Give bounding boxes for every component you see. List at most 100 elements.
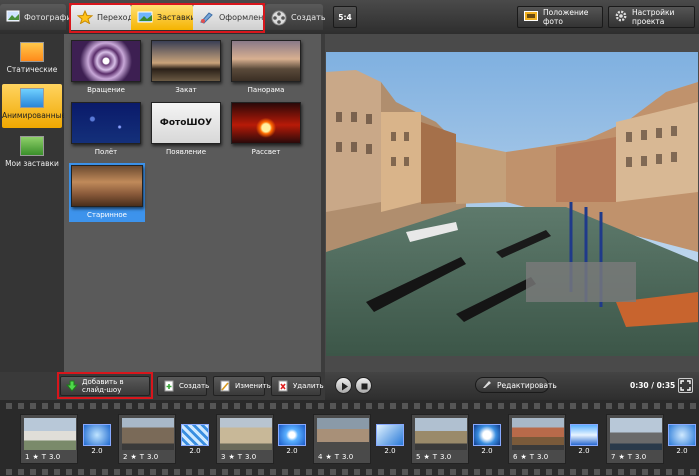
- slide-thumbnail: [122, 418, 174, 450]
- intro-thumbnail: [71, 40, 141, 82]
- slide-thumbnail: [610, 418, 662, 450]
- timeline-transition[interactable]: 2.0: [473, 424, 501, 455]
- transition-duration: 2.0: [481, 447, 493, 455]
- intro-tile-label: Панорама: [247, 86, 285, 94]
- edit-slide-button[interactable]: Редактировать: [475, 377, 557, 393]
- intro-tile[interactable]: Рассвет: [230, 100, 302, 160]
- slide-number: 3: [221, 453, 226, 461]
- transition-thumbnail: [376, 424, 404, 446]
- transition-thumbnail: [668, 424, 696, 446]
- intro-tile[interactable]: Вращение: [70, 38, 142, 98]
- timeline-transition[interactable]: 2.0: [83, 424, 111, 455]
- timeline-slide[interactable]: 4 ★ T 3.0: [313, 414, 371, 464]
- transition-duration: 2.0: [384, 447, 396, 455]
- create-intro-label: Создать: [179, 382, 210, 390]
- fullscreen-icon: [680, 380, 691, 391]
- timeline-transition[interactable]: 2.0: [181, 424, 209, 455]
- intro-tile-label: Старинное: [87, 211, 127, 219]
- slide-thumbnail: [220, 418, 272, 450]
- delete-document-icon: [277, 380, 289, 392]
- star-icon: ★: [130, 453, 137, 461]
- text-icon: T: [237, 453, 243, 461]
- star-icon: ★: [325, 453, 332, 461]
- timeline-slide[interactable]: 3 ★ T 3.0: [216, 414, 274, 464]
- timeline-transition[interactable]: 2.0: [376, 424, 404, 455]
- tab-create-label: Создать: [291, 12, 326, 22]
- project-settings-button[interactable]: Настройки проекта: [608, 6, 695, 28]
- intro-tile-label: Рассвет: [251, 148, 281, 156]
- edit-document-icon: [219, 380, 231, 392]
- category-my-intros-label: Мои заставки: [5, 159, 59, 168]
- project-settings-label: Настройки проекта: [632, 8, 675, 26]
- timeline-slide[interactable]: 2 ★ T 3.0: [118, 414, 176, 464]
- tab-create[interactable]: Создать: [265, 4, 326, 30]
- transition-duration: 2.0: [189, 447, 201, 455]
- slide-duration: 3.0: [245, 453, 257, 461]
- photo-position-icon: [524, 11, 538, 23]
- timeline-transition[interactable]: 2.0: [668, 424, 696, 455]
- transition-thumbnail: [473, 424, 501, 446]
- timeline-slide[interactable]: 6 ★ T 3.0: [508, 414, 566, 464]
- delete-intro-button[interactable]: Удалить: [271, 376, 324, 396]
- transition-duration: 2.0: [676, 447, 688, 455]
- transition-duration: 2.0: [286, 447, 298, 455]
- new-document-icon: [163, 380, 175, 392]
- intro-tile[interactable]: Закат: [150, 38, 222, 98]
- transition-thumbnail: [278, 424, 306, 446]
- star-icon: ★: [618, 453, 625, 461]
- tabs-highlight-frame: [69, 3, 265, 33]
- photo-position-label: Положение фото: [543, 8, 589, 26]
- timeline-slide[interactable]: 1 ★ T 3.0: [20, 414, 78, 464]
- pencil-icon: [482, 379, 492, 391]
- edit-intro-label: Изменить: [235, 382, 271, 390]
- star-icon: ★: [423, 453, 430, 461]
- star-icon: ★: [228, 453, 235, 461]
- category-my-intros[interactable]: Мои заставки: [2, 132, 62, 176]
- slide-number: 5: [416, 453, 421, 461]
- tab-photos[interactable]: Фотографии: [0, 4, 77, 30]
- aspect-ratio-button[interactable]: 5:4: [333, 6, 357, 28]
- text-icon: T: [139, 453, 145, 461]
- slide-number: 1: [25, 453, 30, 461]
- film-reel-icon: [271, 10, 287, 26]
- timeline-transition[interactable]: 2.0: [278, 424, 306, 455]
- category-animated-label: Анимированные: [2, 111, 67, 120]
- stop-button[interactable]: [355, 377, 372, 394]
- text-icon: T: [41, 453, 47, 461]
- slide-thumbnail: [415, 418, 467, 450]
- intro-thumbnail: [151, 40, 221, 82]
- fullscreen-button[interactable]: [678, 378, 693, 393]
- intro-tile-label: Появление: [165, 148, 207, 156]
- edit-intro-button[interactable]: Изменить: [213, 376, 271, 396]
- slide-thumbnail: [512, 418, 564, 450]
- photo-icon: [6, 10, 20, 24]
- static-intro-icon: [20, 42, 44, 62]
- delete-intro-label: Удалить: [293, 382, 324, 390]
- timeline-transition[interactable]: 2.0: [570, 424, 598, 455]
- create-intro-button[interactable]: Создать: [157, 376, 210, 396]
- my-intros-icon: [20, 136, 44, 156]
- text-icon: T: [529, 453, 535, 461]
- timeline-slide[interactable]: 7 ★ T 3.0: [606, 414, 664, 464]
- edit-slide-label: Редактировать: [497, 380, 557, 390]
- intro-tile-label: Закат: [175, 86, 197, 94]
- intro-tile[interactable]: Полёт: [70, 100, 142, 160]
- intro-tile-selected[interactable]: Старинное: [69, 163, 145, 222]
- category-animated[interactable]: Анимированные: [2, 84, 67, 128]
- category-static[interactable]: Статические: [2, 38, 62, 82]
- transition-duration: 2.0: [578, 447, 590, 455]
- playback-time: 0:30 / 0:35: [630, 381, 676, 390]
- film-strip-top: [0, 403, 699, 409]
- transition-thumbnail: [570, 424, 598, 446]
- animated-intro-icon: [20, 88, 44, 108]
- slide-duration: 3.0: [147, 453, 159, 461]
- slide-preview-image: [326, 52, 698, 356]
- intro-tile[interactable]: Панорама: [230, 38, 302, 98]
- intro-tile[interactable]: ФотоШОУ Появление: [150, 100, 222, 160]
- intro-tile-label: Полёт: [94, 148, 118, 156]
- transition-thumbnail: [83, 424, 111, 446]
- timeline-slide[interactable]: 5 ★ T 3.0: [411, 414, 469, 464]
- play-button[interactable]: [335, 377, 352, 394]
- photo-position-button[interactable]: Положение фото: [517, 6, 603, 28]
- gear-icon: [615, 10, 627, 24]
